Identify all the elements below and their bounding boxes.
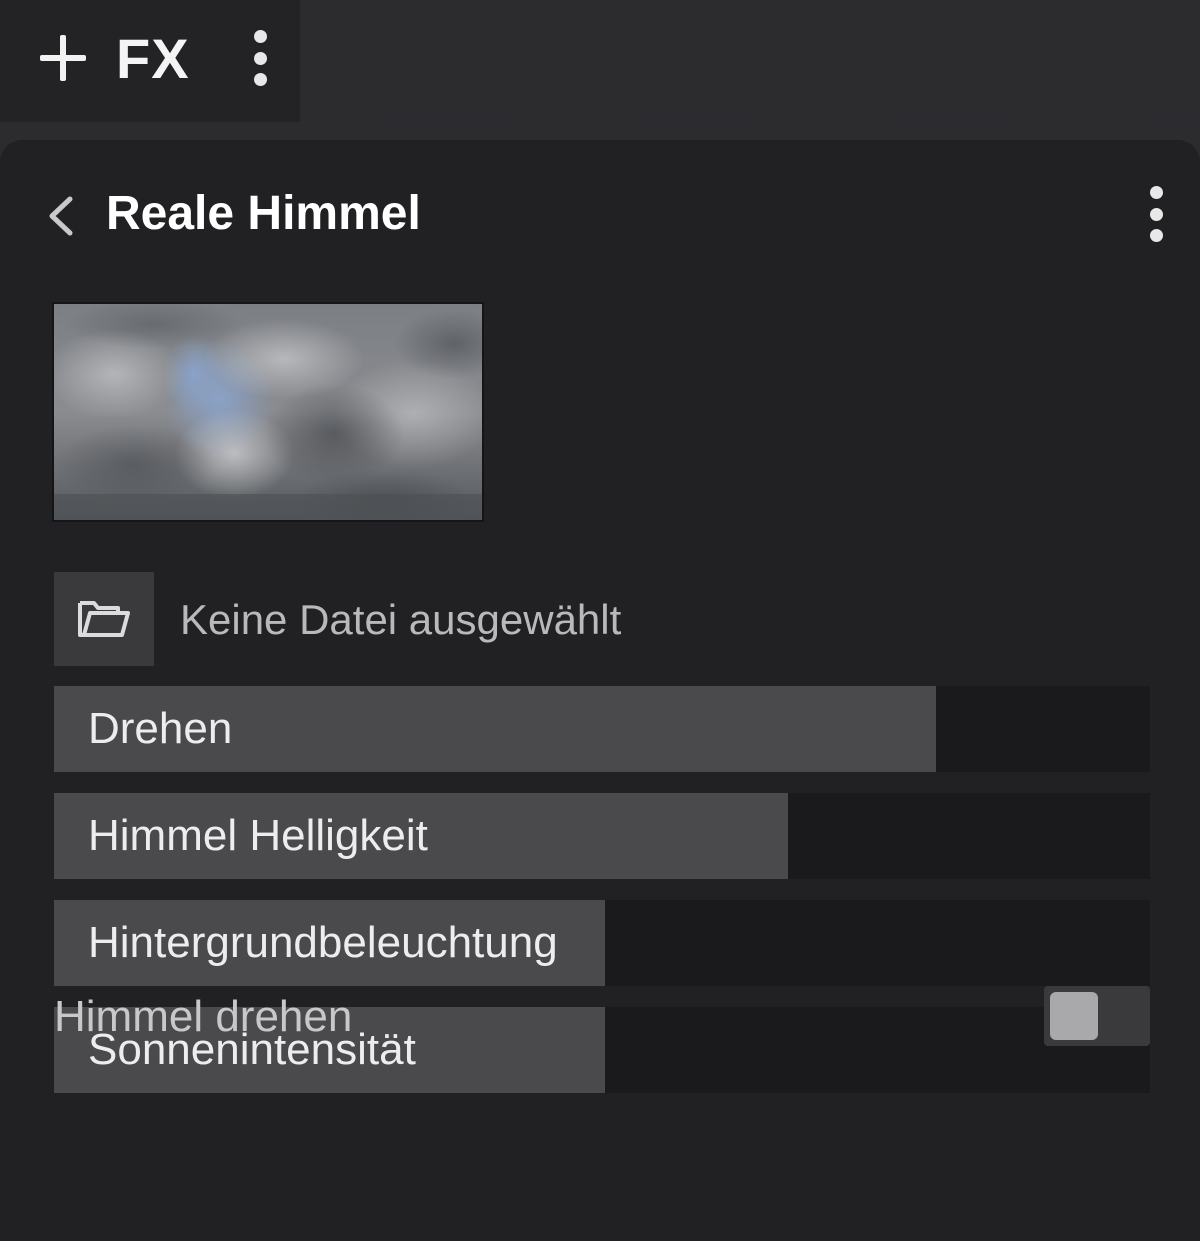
rotate-sky-toggle[interactable]: [1044, 986, 1150, 1046]
slider-rotate[interactable]: Drehen: [54, 686, 1150, 772]
add-fx-button[interactable]: FX: [38, 26, 190, 90]
slider-label: Hintergrundbeleuchtung: [88, 918, 558, 967]
file-status-label: Keine Datei ausgewählt: [180, 596, 622, 643]
open-file-button[interactable]: [54, 572, 154, 666]
sky-preview-image[interactable]: [52, 302, 484, 522]
kebab-menu-icon[interactable]: [1146, 186, 1166, 242]
plus-icon: [38, 33, 88, 83]
slider-sky-brightness[interactable]: Himmel Helligkeit: [54, 793, 1150, 879]
slider-label: Drehen: [88, 704, 233, 753]
top-toolbar: FX: [0, 0, 300, 122]
folder-open-icon: [78, 601, 130, 637]
add-fx-label: FX: [116, 26, 190, 90]
app-root: FX Reale Himmel Keine Datei ausgewählt D…: [0, 0, 1200, 1241]
chevron-left-icon[interactable]: [44, 196, 76, 236]
slider-background-lighting[interactable]: Hintergrundbeleuchtung: [54, 900, 1150, 986]
toggle-label: Himmel drehen: [54, 992, 353, 1041]
panel-title: Reale Himmel: [106, 187, 421, 240]
effect-panel: Reale Himmel Keine Datei ausgewählt Dreh…: [0, 140, 1200, 1241]
slider-label: Himmel Helligkeit: [88, 811, 428, 860]
toggle-knob: [1050, 992, 1098, 1040]
kebab-menu-icon[interactable]: [250, 30, 270, 86]
